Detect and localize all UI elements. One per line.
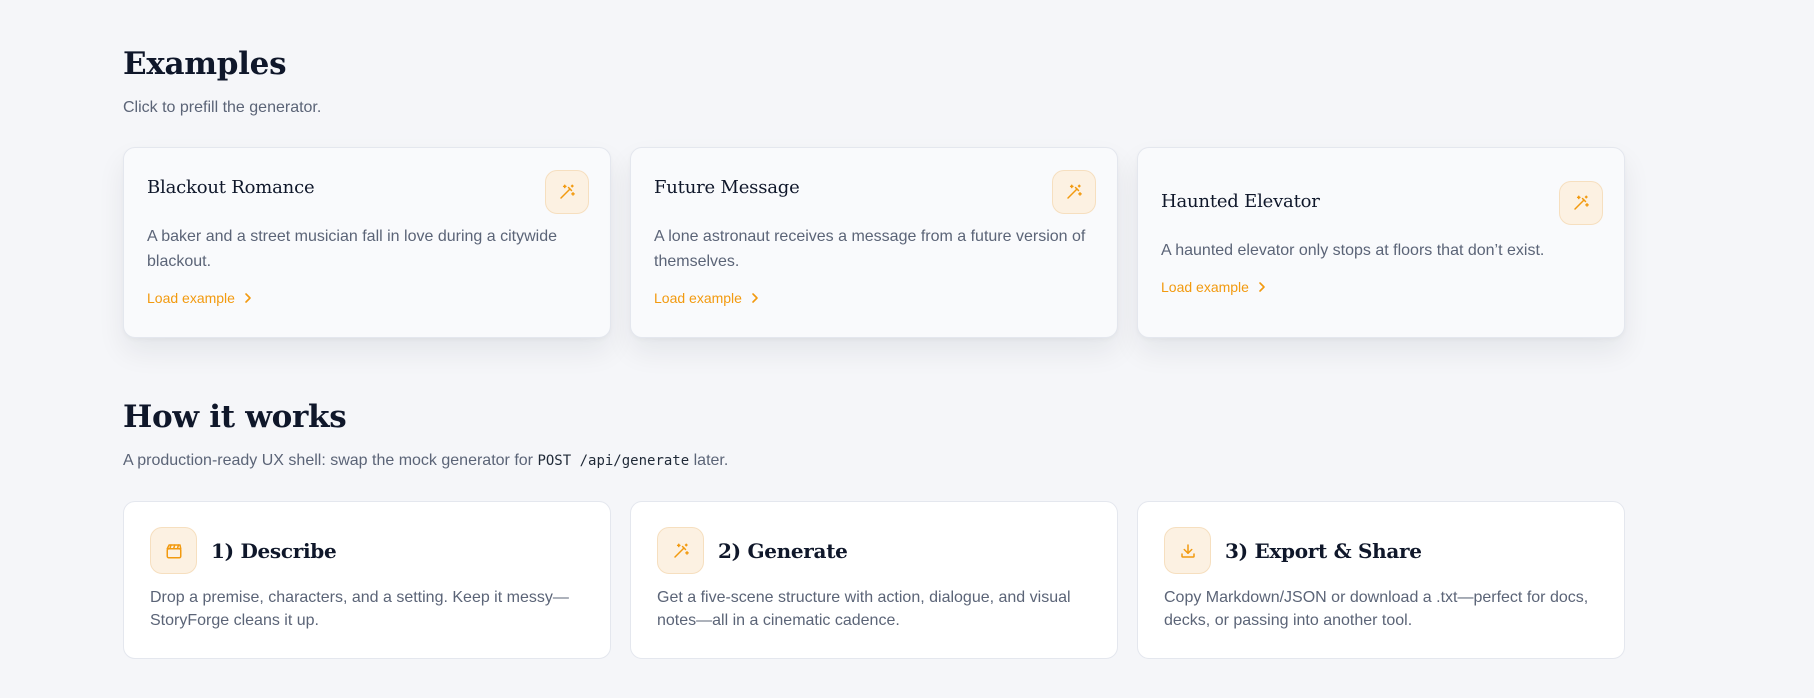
step-title: 3) Export & Share [1225, 538, 1422, 563]
api-endpoint-code: POST /api/generate [537, 453, 690, 469]
step-title: 1) Describe [211, 538, 337, 563]
step-card-generate: 2) Generate Get a five-scene structure w… [630, 501, 1118, 659]
download-icon [1164, 527, 1211, 574]
example-card-future-message[interactable]: Future Message A lone astronaut receives… [630, 147, 1118, 338]
step-description: Get a five-scene structure with action, … [657, 589, 1071, 629]
load-example-link[interactable]: Load example [654, 290, 1095, 306]
load-example-link[interactable]: Load example [147, 290, 588, 306]
step-header: 3) Export & Share [1164, 527, 1598, 574]
magic-wand-icon [1052, 170, 1096, 214]
step-card-export-share: 3) Export & Share Copy Markdown/JSON or … [1137, 501, 1625, 659]
example-card-haunted-elevator[interactable]: Haunted Elevator A haunted elevator only… [1137, 147, 1625, 338]
step-card-describe: 1) Describe Drop a premise, characters, … [123, 501, 611, 659]
step-header: 2) Generate [657, 527, 1091, 574]
examples-list: Blackout Romance A baker and a street mu… [123, 147, 1625, 338]
example-description: A haunted elevator only stops at floors … [1161, 241, 1545, 259]
magic-wand-icon [657, 527, 704, 574]
step-description: Copy Markdown/JSON or download a .txt—pe… [1164, 589, 1589, 629]
clapperboard-icon [150, 527, 197, 574]
step-title: 2) Generate [718, 538, 848, 563]
example-description: A baker and a street musician fall in lo… [147, 228, 557, 270]
example-title: Haunted Elevator [1161, 190, 1320, 212]
examples-subtitle: Click to prefill the generator. [123, 99, 322, 116]
load-example-label: Load example [147, 290, 235, 306]
examples-heading: Examples [123, 46, 287, 82]
how-it-works-heading: How it works [123, 399, 347, 435]
load-example-label: Load example [1161, 278, 1249, 295]
chevron-right-icon [750, 292, 760, 304]
example-description: A lone astronaut receives a message from… [654, 228, 1086, 270]
example-title: Future Message [654, 177, 800, 198]
step-description: Drop a premise, characters, and a settin… [150, 589, 569, 629]
magic-wand-icon [1559, 181, 1603, 225]
example-title: Blackout Romance [147, 177, 315, 198]
load-example-label: Load example [654, 290, 742, 306]
subtitle-text-before: A production-ready UX shell: swap the mo… [123, 452, 533, 469]
example-card-blackout-romance[interactable]: Blackout Romance A baker and a street mu… [123, 147, 611, 338]
step-header: 1) Describe [150, 527, 584, 574]
steps-list: 1) Describe Drop a premise, characters, … [123, 501, 1625, 659]
magic-wand-icon [545, 170, 589, 214]
chevron-right-icon [243, 292, 253, 304]
how-it-works-subtitle: A production-ready UX shell: swap the mo… [123, 452, 728, 470]
subtitle-text-after: later. [693, 452, 729, 469]
load-example-link[interactable]: Load example [1161, 279, 1602, 295]
chevron-right-icon [1257, 281, 1267, 293]
